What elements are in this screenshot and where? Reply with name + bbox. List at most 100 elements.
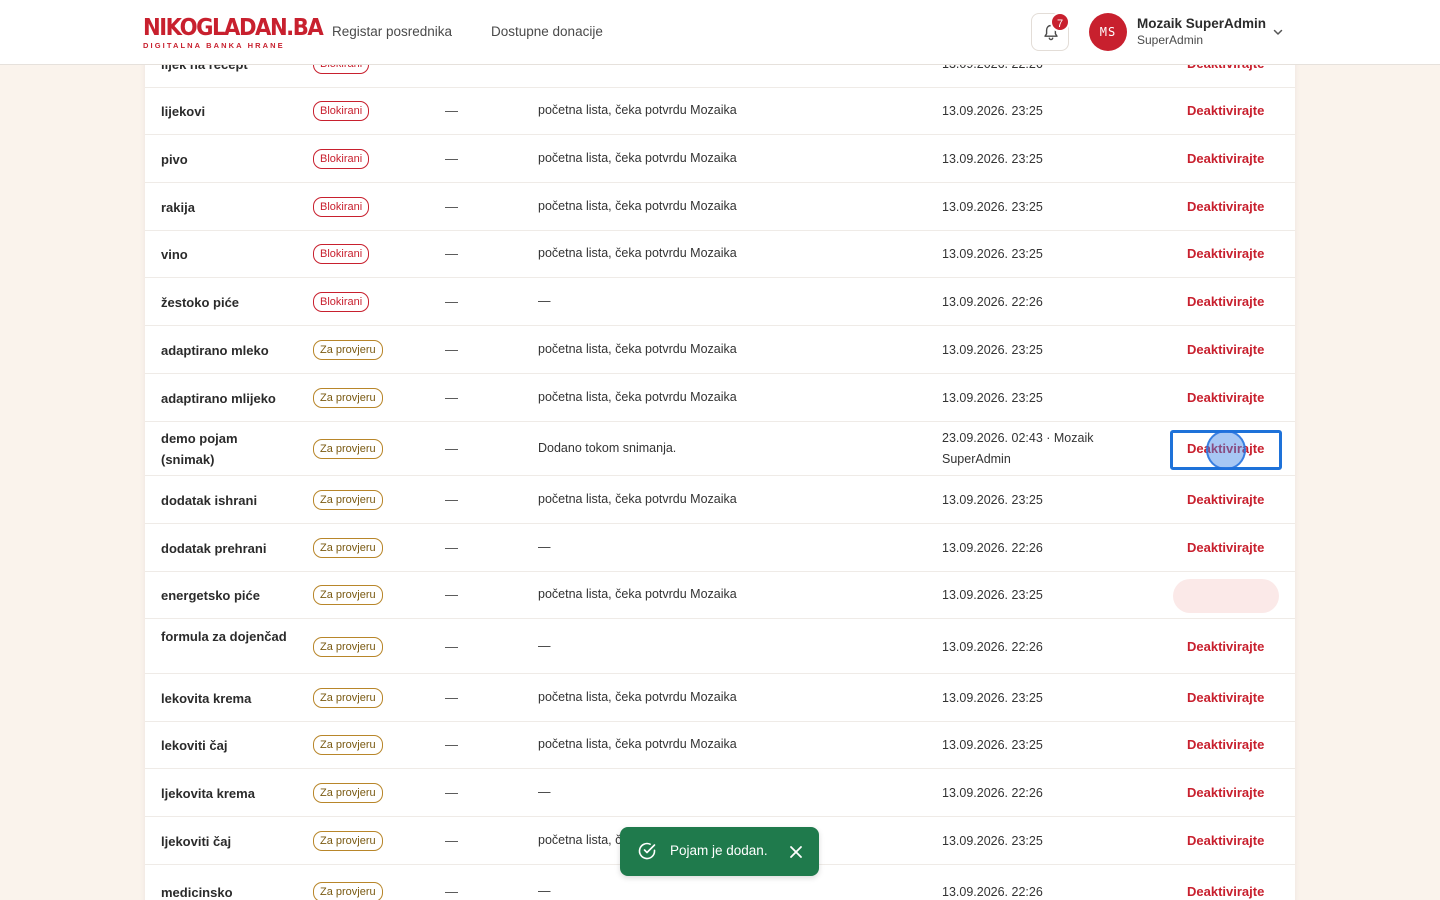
date-cell: 13.09.2026. 22:26 xyxy=(942,639,1043,654)
empty-value-cell: — xyxy=(445,246,458,261)
empty-value-cell: — xyxy=(445,294,458,309)
note-cell: Dodano tokom snimanja. xyxy=(538,441,677,455)
chevron-down-icon[interactable] xyxy=(1272,26,1284,38)
empty-value-cell: — xyxy=(445,540,458,555)
status-badge: Blokirani xyxy=(313,244,370,264)
cursor-indicator xyxy=(1206,430,1246,470)
deactivate-button[interactable]: Deaktivirajte xyxy=(1187,639,1264,654)
empty-value-cell: — xyxy=(445,199,458,214)
date-cell: 13.09.2026. 23:25 xyxy=(942,103,1043,118)
empty-value-cell: — xyxy=(445,441,458,456)
note-cell: početna lista, čeka potvrdu Mozaika xyxy=(538,199,737,213)
table-row: lekoviti čaj Za provjeru — početna lista, č… xyxy=(145,721,1295,769)
status-cell: Za provjeru xyxy=(313,439,383,459)
status-badge: Za provjeru xyxy=(313,637,383,657)
date-cell: 13.09.2026. 23:25 xyxy=(942,587,1043,602)
status-cell: Za provjeru xyxy=(313,735,383,755)
table-row: dodatak ishrani Za provjeru — početna lista… xyxy=(145,476,1295,524)
status-cell: Za provjeru xyxy=(313,831,383,851)
status-badge: Blokirani xyxy=(313,149,370,169)
notification-count-badge: 7 xyxy=(1050,12,1070,32)
note-cell: — xyxy=(538,785,551,799)
status-cell: Za provjeru xyxy=(313,388,383,408)
deactivate-button[interactable]: Deaktivirajte xyxy=(1187,246,1264,261)
deactivate-button[interactable]: Deaktivirajte xyxy=(1187,884,1264,899)
nav-dostupne-donacije[interactable]: Dostupne donacije xyxy=(491,24,603,39)
deactivate-button[interactable]: Deaktivirajte xyxy=(1187,540,1264,555)
deactivate-button[interactable]: Deaktivirajte xyxy=(1187,737,1264,752)
avatar[interactable]: MS xyxy=(1089,13,1127,51)
date-cell: 13.09.2026. 22:26 xyxy=(942,540,1043,555)
status-cell: Za provjeru xyxy=(313,688,383,708)
deactivate-button[interactable]: Deaktivirajte xyxy=(1187,492,1264,507)
status-badge: Za provjeru xyxy=(313,882,383,900)
top-header: NIKOGLADAN.BA DIGITALNA BANKA HRANE Regi… xyxy=(0,0,1440,65)
deactivate-button[interactable]: Deaktivirajte xyxy=(1187,294,1264,309)
note-cell: početna lista, čeka potvrdu Mozaika xyxy=(538,690,737,704)
note-cell: početna lista, čeka potvrdu Mozaika xyxy=(538,390,737,404)
table-row: ljekovita krema Za provjeru — — 13.09.2026. … xyxy=(145,769,1295,817)
deactivate-button[interactable]: Deaktivirajte xyxy=(1187,390,1264,405)
toast-message: Pojam je dodan. xyxy=(670,843,768,858)
status-cell: Za provjeru xyxy=(313,538,383,558)
status-cell: Blokirani xyxy=(313,149,370,169)
deactivate-button[interactable]: Deaktivirajte xyxy=(1187,690,1264,705)
deactivate-button[interactable]: Deaktivirajte xyxy=(1187,199,1264,214)
status-cell: Blokirani xyxy=(313,101,370,121)
table-row: adaptirano mleko Za provjeru — početna list… xyxy=(145,326,1295,374)
note-cell: početna lista, čeka potvrdu Mozaika xyxy=(538,103,737,117)
status-cell: Za provjeru xyxy=(313,340,383,360)
note-cell: početna lista, čeka potvrdu Mozaika xyxy=(538,492,737,506)
deactivate-button[interactable]: Deaktivirajte xyxy=(1187,785,1264,800)
term-cell: adaptirano mleko xyxy=(161,342,269,358)
status-badge: Za provjeru xyxy=(313,688,383,708)
status-cell: Za provjeru xyxy=(313,882,383,900)
status-badge: Za provjeru xyxy=(313,340,383,360)
empty-value-cell: — xyxy=(445,639,458,654)
deactivate-button[interactable]: Deaktivirajte xyxy=(1187,342,1264,357)
deactivate-button[interactable]: Deaktivirajte xyxy=(1187,833,1264,848)
empty-value-cell: — xyxy=(445,390,458,405)
note-cell: početna lista, čeka potvrdu Mozaika xyxy=(538,246,737,260)
status-cell: Za provjeru xyxy=(313,585,383,605)
date-cell: 13.09.2026. 23:25 xyxy=(942,342,1043,357)
term-cell: dodatak prehrani xyxy=(161,540,267,556)
user-name[interactable]: Mozaik SuperAdmin xyxy=(1137,16,1266,31)
table-row: rakija Blokirani — početna lista, čeka potv… xyxy=(145,183,1295,231)
term-cell: energetsko piće xyxy=(161,587,260,603)
date-cell: 13.09.2026. 23:25 xyxy=(942,151,1043,166)
table-row: adaptirano mlijeko Za provjeru — početna li… xyxy=(145,374,1295,422)
action-hover-highlight xyxy=(1173,579,1279,613)
status-badge: Za provjeru xyxy=(313,831,383,851)
status-cell: Za provjeru xyxy=(313,783,383,803)
date-cell: 23.09.2026. 02:43 · Mozaik SuperAdmin xyxy=(942,431,1094,466)
date-cell: 13.09.2026. 23:25 xyxy=(942,737,1043,752)
note-cell: početna lista, čeka potvrdu Mozaika xyxy=(538,151,737,165)
empty-value-cell: — xyxy=(445,103,458,118)
term-cell: demo pojam (snimak) xyxy=(161,431,238,467)
empty-value-cell: — xyxy=(445,833,458,848)
logo-tagline: DIGITALNA BANKA HRANE xyxy=(143,41,285,50)
logo[interactable]: NIKOGLADAN.BA DIGITALNA BANKA HRANE xyxy=(143,16,324,50)
term-cell: lekovita krema xyxy=(161,690,252,706)
status-cell: Blokirani xyxy=(313,292,370,312)
table-row: energetsko piće Za provjeru — početna lista… xyxy=(145,571,1295,619)
table-row: žestoko piće Blokirani — — 13.09.2026. 22:26… xyxy=(145,278,1295,326)
status-cell: Za provjeru xyxy=(313,490,383,510)
term-cell: vino xyxy=(161,246,188,262)
table-row: formula za dojenčad Za provjeru — — 13.09.20… xyxy=(145,620,1295,674)
nav-registar-posrednika[interactable]: Registar posrednika xyxy=(332,24,452,39)
note-cell: — xyxy=(538,639,551,653)
date-cell: 13.09.2026. 22:26 xyxy=(942,294,1043,309)
date-cell: 13.09.2026. 23:25 xyxy=(942,690,1043,705)
term-cell: medicinsko xyxy=(161,884,233,900)
table-row: vino Blokirani — početna lista, čeka potvrd… xyxy=(145,230,1295,278)
status-badge: Za provjeru xyxy=(313,490,383,510)
close-icon[interactable] xyxy=(789,845,803,859)
status-badge: Za provjeru xyxy=(313,538,383,558)
status-cell: Blokirani xyxy=(313,197,370,217)
empty-value-cell: — xyxy=(445,492,458,507)
date-cell: 13.09.2026. 22:26 xyxy=(942,884,1043,899)
deactivate-button[interactable]: Deaktivirajte xyxy=(1187,103,1264,118)
deactivate-button[interactable]: Deaktivirajte xyxy=(1187,151,1264,166)
